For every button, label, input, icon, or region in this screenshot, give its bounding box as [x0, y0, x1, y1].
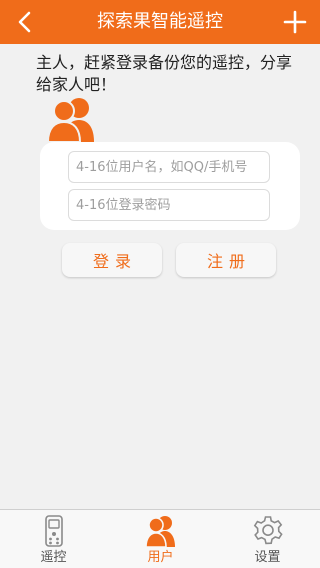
tab-bar: 遥控 用户 设置: [0, 509, 320, 568]
tab-user[interactable]: 用户: [107, 510, 214, 568]
gear-icon: [253, 516, 283, 545]
plus-icon[interactable]: [280, 7, 310, 37]
nav-bar: 探索果智能遥控: [0, 0, 320, 44]
tab-user-label: 用户: [147, 550, 174, 565]
page-title: 探索果智能遥控: [97, 11, 223, 32]
password-input[interactable]: [68, 189, 270, 221]
users-icon: [144, 516, 175, 548]
tab-remote-label: 遥控: [40, 550, 67, 565]
login-button[interactable]: 登录: [62, 243, 162, 277]
tab-settings[interactable]: 设置: [214, 510, 320, 568]
username-input[interactable]: [68, 151, 270, 183]
login-card: [40, 142, 300, 230]
intro-text: 主人，赶紧登录备份您的遥控，分享给家人吧！: [36, 53, 293, 94]
remote-control-icon: [44, 515, 63, 547]
tab-settings-label: 设置: [254, 550, 281, 565]
register-button[interactable]: 注册: [176, 243, 276, 277]
users-icon: [46, 98, 94, 142]
tab-remote[interactable]: 遥控: [0, 510, 107, 568]
